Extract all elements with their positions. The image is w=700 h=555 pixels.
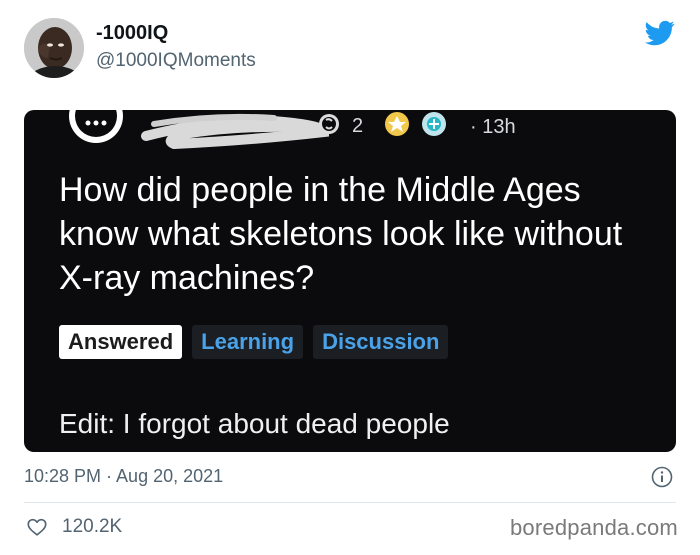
avatar-image xyxy=(24,18,84,78)
info-icon[interactable] xyxy=(651,466,673,488)
reddit-post-screenshot: 2 · 13h How did people in the Middle Age… xyxy=(24,110,676,452)
heart-icon[interactable] xyxy=(26,516,48,538)
divider xyxy=(24,502,676,503)
flair-discussion: Discussion xyxy=(313,325,449,359)
watermark: boredpanda.com xyxy=(510,515,678,540)
silver-award-icon xyxy=(319,114,339,134)
gold-award-icon xyxy=(385,112,409,136)
flair-answered: Answered xyxy=(59,325,183,359)
flair-row: Answered Learning Discussion xyxy=(59,325,449,359)
post-meta-graphics: 2 xyxy=(69,110,446,150)
twitter-bird-icon[interactable] xyxy=(643,18,677,48)
speech-bubble-icon xyxy=(69,110,123,143)
like-count[interactable]: 120.2K xyxy=(62,516,122,538)
post-title: How did people in the Middle Ages know w… xyxy=(59,171,623,297)
user-handle[interactable]: @1000IQMoments xyxy=(96,50,256,72)
post-meta-row: 2 · 13h xyxy=(24,110,676,150)
avatar[interactable] xyxy=(24,18,84,78)
post-body: Edit: I forgot about dead people xyxy=(59,408,450,439)
flair-learning: Learning xyxy=(192,325,304,359)
award-count: 2 xyxy=(352,115,363,137)
tweet-timestamp[interactable]: 10:28 PM · Aug 20, 2021 xyxy=(24,466,223,487)
display-name[interactable]: -1000IQ xyxy=(96,22,168,45)
redacted-username-scribble xyxy=(141,113,330,150)
post-time: · 13h xyxy=(470,116,516,138)
platinum-award-icon xyxy=(422,112,446,136)
